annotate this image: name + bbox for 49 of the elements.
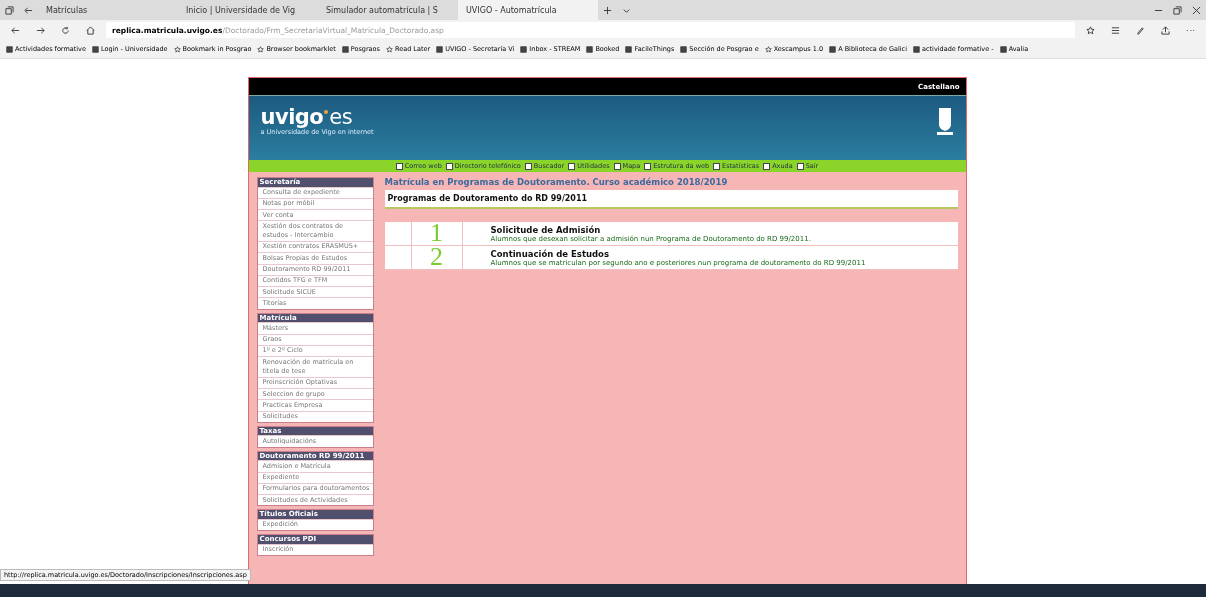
- browser-tab[interactable]: Inicio | Universidade de Vig: [178, 0, 318, 20]
- browser-tab[interactable]: Matrículas: [38, 0, 178, 20]
- nav-icon: [445, 162, 453, 170]
- star-icon: [257, 45, 265, 53]
- site-icon: [341, 45, 349, 53]
- star-icon: [385, 45, 393, 53]
- site-icon: [436, 45, 444, 53]
- refresh-icon[interactable]: [61, 25, 70, 35]
- step-number: 2: [411, 246, 463, 269]
- nav-icon: [613, 162, 621, 170]
- crest-icon: [935, 106, 954, 136]
- step-number: 1: [411, 222, 463, 245]
- nav-icon: [796, 162, 804, 170]
- share-icon[interactable]: [1161, 25, 1170, 35]
- star-icon: [764, 45, 772, 53]
- favorites-icon[interactable]: [1111, 25, 1120, 35]
- site-icon: [91, 45, 99, 53]
- nav-icon: [644, 162, 652, 170]
- site-icon: [586, 45, 594, 53]
- site-logo[interactable]: uvigo es: [260, 106, 374, 128]
- section-title: Programas de Doutoramento do RD 99/2011: [384, 190, 958, 209]
- star-icon: [173, 45, 181, 53]
- site-icon: [520, 45, 528, 53]
- site-icon: [6, 45, 13, 53]
- nav-icon: [568, 162, 576, 170]
- restore-icon[interactable]: [1173, 5, 1182, 15]
- back-icon[interactable]: [11, 25, 20, 35]
- site-icon: [680, 45, 688, 53]
- close-icon[interactable]: [1192, 5, 1201, 15]
- site-icon: [829, 45, 837, 53]
- forward-icon[interactable]: [36, 25, 45, 35]
- site-icon: [913, 45, 920, 53]
- home-icon[interactable]: [86, 25, 95, 35]
- browser-tab[interactable]: UVIGO - Automatrícula: [458, 0, 598, 20]
- new-tab-icon[interactable]: [603, 5, 612, 15]
- nav-icon: [395, 162, 403, 170]
- browser-tab[interactable]: Simulador automatrícula | S: [318, 0, 458, 20]
- site-icon: [625, 45, 633, 53]
- pen-icon[interactable]: [1136, 25, 1145, 35]
- option-link[interactable]: Solicitude de Admisión: [490, 224, 811, 235]
- star-icon[interactable]: [1086, 25, 1095, 35]
- nav-icon: [524, 162, 532, 170]
- option-link[interactable]: Continuación de Estudos: [490, 248, 866, 259]
- page-title: Matrícula en Programas de Doutoramento. Curso académico 2018/2019: [384, 177, 729, 187]
- site-icon: [999, 45, 1007, 53]
- arrow-icon[interactable]: [24, 5, 33, 15]
- nav-icon: [713, 162, 721, 170]
- tabs-icon[interactable]: [5, 5, 14, 15]
- nav-icon: [763, 162, 771, 170]
